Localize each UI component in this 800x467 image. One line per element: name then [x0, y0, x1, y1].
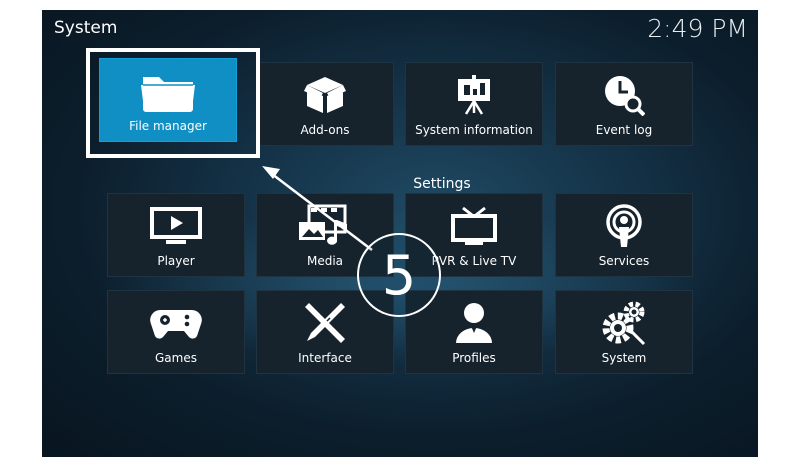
step-number-badge: 5 [357, 233, 441, 317]
